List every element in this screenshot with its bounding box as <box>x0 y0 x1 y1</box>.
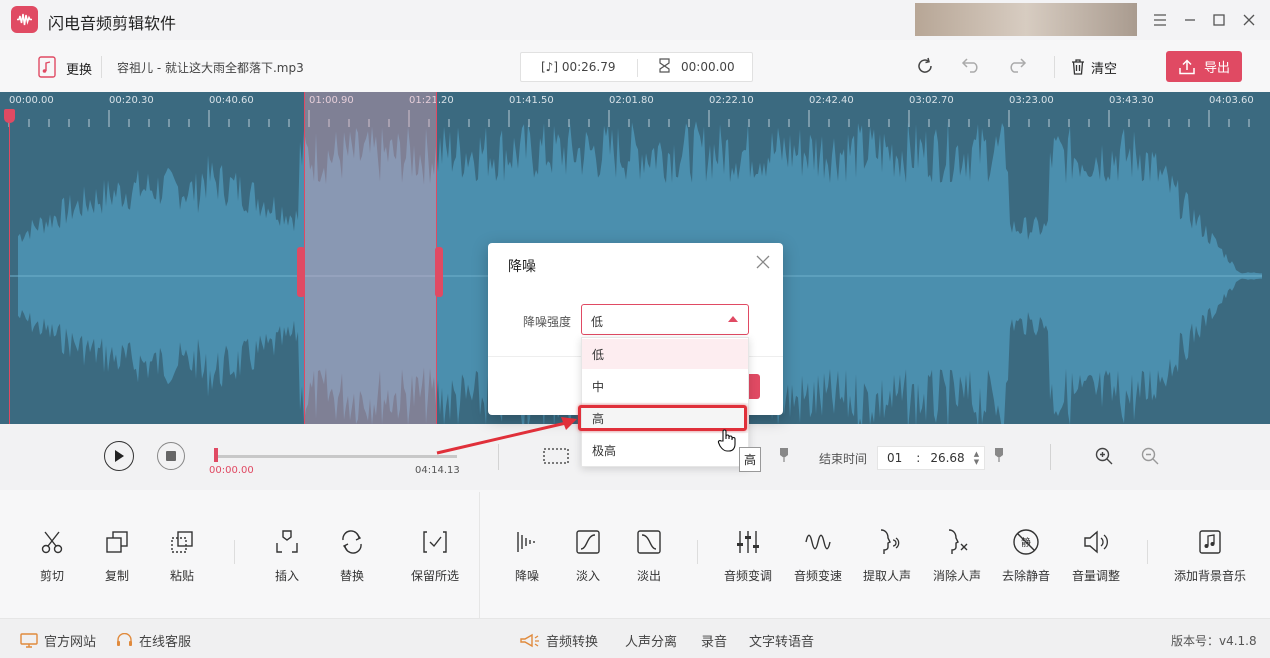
hand-cursor-icon <box>717 428 737 455</box>
option-tooltip: 高 <box>739 447 761 472</box>
annotation-arrow <box>436 417 577 455</box>
